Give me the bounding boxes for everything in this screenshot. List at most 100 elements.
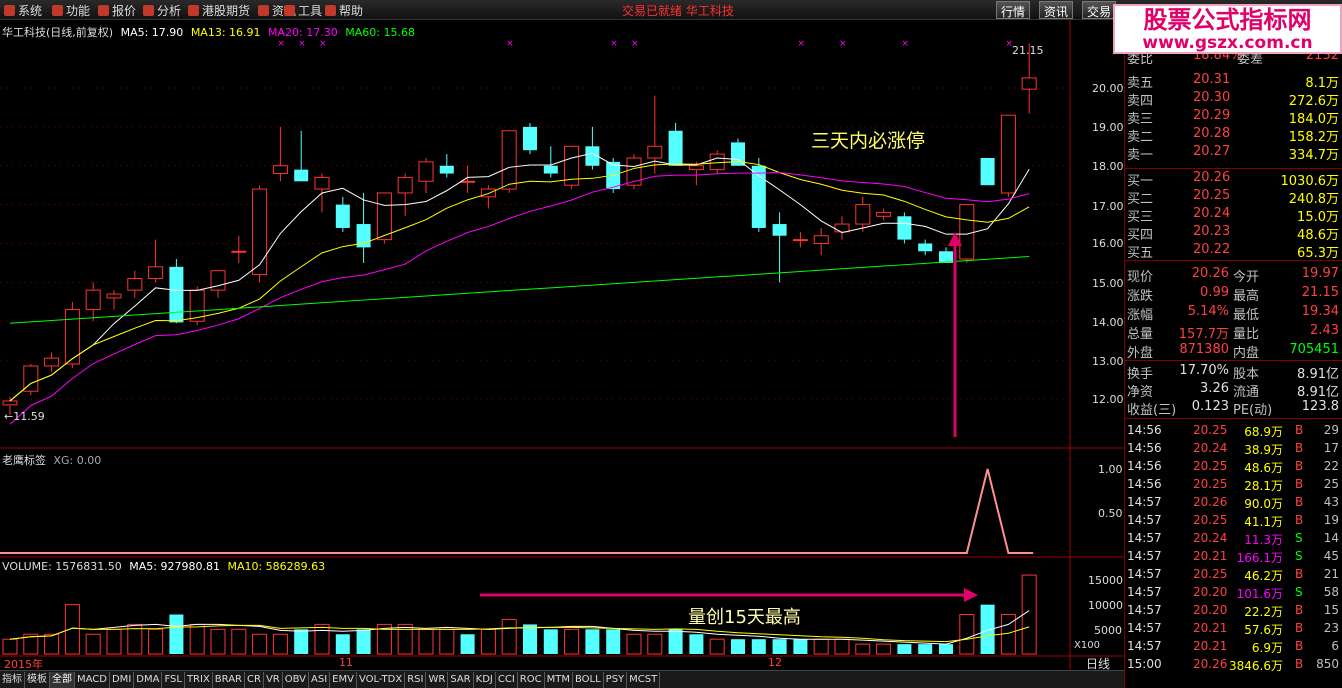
menu-analysis[interactable]: 分析 — [143, 2, 181, 19]
menu-function[interactable]: 功能 — [52, 2, 90, 19]
tick-time: 14:56 — [1127, 477, 1162, 491]
candle-body — [127, 277, 143, 291]
stat-row: 收益(三) 0.123 PE(动) 123.8 — [1125, 399, 1342, 418]
candle-body — [85, 289, 101, 311]
menu-icon — [284, 5, 295, 16]
indicator-header: 老鹰标签 XG: 0.00 — [2, 452, 101, 468]
y-tick: 15.00 — [1092, 277, 1124, 290]
tab-dma[interactable]: DMA — [134, 672, 163, 688]
menu-icon — [4, 5, 15, 16]
watermark-logo: 股票公式指标网 www.gszx.com.cn — [1113, 4, 1342, 54]
candle-body — [2, 400, 18, 406]
tick-price: 20.26 — [1193, 657, 1228, 671]
candle-body — [439, 165, 454, 174]
volume-bar — [189, 623, 205, 655]
tab-trix[interactable]: TRIX — [185, 672, 213, 688]
menu-tools[interactable]: 工具 — [284, 2, 322, 19]
volume-bar — [689, 634, 704, 654]
tab-模板[interactable]: 模板 — [25, 672, 50, 688]
volume-bar — [606, 629, 621, 654]
tab-wr[interactable]: WR — [426, 672, 449, 688]
tab-news[interactable]: 资讯 — [1039, 1, 1074, 19]
candle-body — [523, 126, 537, 151]
tick-volume: 46.2万 — [1244, 569, 1283, 583]
menu-help[interactable]: 帮助 — [325, 2, 363, 19]
tick-price: 20.25 — [1193, 567, 1228, 581]
volume-bar — [918, 644, 933, 654]
tick-time: 14:57 — [1127, 585, 1162, 599]
volume-ma10: MA10: 586289.63 — [227, 560, 326, 573]
tab-全部[interactable]: 全部 — [50, 672, 75, 688]
tick-count: 58 — [1323, 585, 1339, 599]
volume-bar — [210, 628, 226, 655]
tab-vr[interactable]: VR — [264, 672, 283, 688]
volume-ma5: MA5: 927980.81 — [129, 560, 220, 573]
order-volume: 184.0万 — [1288, 112, 1339, 127]
menu-system[interactable]: 系统 — [4, 2, 42, 19]
low-price-value: 11.59 — [13, 410, 45, 423]
tick-count: 43 — [1323, 495, 1339, 509]
menu-icon — [325, 5, 336, 16]
tab-market[interactable]: 行情 — [996, 1, 1031, 19]
candle-body — [106, 293, 122, 299]
status-title: 交易已就绪 华工科技 — [622, 4, 734, 18]
tab-brar[interactable]: BRAR — [213, 672, 245, 688]
tab-roc[interactable]: ROC — [518, 672, 545, 688]
tab-dmi[interactable]: DMI — [110, 672, 135, 688]
tick-volume: 48.6万 — [1244, 461, 1283, 475]
candle-body — [834, 223, 850, 233]
tab-cr[interactable]: CR — [245, 672, 264, 688]
y-tick: 15000 — [1088, 574, 1123, 587]
tick-row: 14:57 20.26 90.0万 B 43 — [1125, 495, 1342, 513]
tab-asi[interactable]: ASI — [309, 672, 331, 688]
divider — [1125, 168, 1342, 169]
tab-boll[interactable]: BOLL — [573, 672, 604, 688]
volume-bar — [356, 629, 371, 654]
tick-time: 14:56 — [1127, 459, 1162, 473]
tick-side: B — [1295, 495, 1304, 509]
order-price: 20.22 — [1193, 242, 1231, 257]
tab-rsi[interactable]: RSI — [405, 672, 427, 688]
menu-icon — [258, 5, 269, 16]
tick-time: 14:56 — [1127, 441, 1162, 455]
tab-fsl[interactable]: FSL — [162, 672, 185, 688]
stat-value: 157.7万 — [1178, 327, 1229, 342]
indicator-line-group — [0, 468, 1034, 554]
tick-side: B — [1295, 657, 1304, 671]
tab-指标[interactable]: 指标 — [0, 672, 25, 688]
menu-hk-futures[interactable]: 港股期货 — [188, 2, 250, 19]
tick-volume: 38.9万 — [1244, 443, 1283, 457]
volume-bar — [418, 628, 434, 655]
tab-macd[interactable]: MACD — [75, 672, 110, 688]
candle-body — [918, 243, 933, 252]
tab-trade[interactable]: 交易 — [1082, 1, 1117, 19]
candle-body — [959, 204, 975, 260]
tab-kdj[interactable]: KDJ — [474, 672, 496, 688]
tick-count: 19 — [1323, 513, 1339, 527]
order-label: 买三 — [1127, 210, 1154, 225]
tab-vol-tdx[interactable]: VOL-TDX — [357, 672, 406, 688]
tab-mcst[interactable]: MCST — [627, 672, 661, 688]
candle-body — [772, 224, 787, 236]
tab-mtm[interactable]: MTM — [545, 672, 573, 688]
tick-side: B — [1295, 639, 1304, 653]
order-label: 卖三 — [1127, 112, 1154, 127]
tick-price: 20.20 — [1193, 585, 1228, 599]
sell-order-row: 卖五 20.31 8.1万 — [1125, 72, 1342, 91]
tab-cci[interactable]: CCI — [496, 672, 518, 688]
tab-emv[interactable]: EMV — [330, 672, 357, 688]
tick-count: 15 — [1323, 603, 1339, 617]
tab-sar[interactable]: SAR — [448, 672, 474, 688]
tick-time: 14:57 — [1127, 513, 1162, 527]
tick-volume: 11.3万 — [1244, 533, 1283, 547]
menu-quote[interactable]: 报价 — [98, 2, 136, 19]
tab-obv[interactable]: OBV — [283, 672, 309, 688]
tab-psy[interactable]: PSY — [604, 672, 628, 688]
stat-value: 8.91亿 — [1297, 385, 1339, 400]
tick-row: 14:56 20.25 68.9万 B 29 — [1125, 423, 1342, 441]
annotation-limit-up: 三天内必涨停 — [811, 130, 926, 152]
candle-body — [418, 161, 434, 182]
high-price-label: 21.15 — [1012, 44, 1044, 57]
tick-volume: 6.9万 — [1251, 641, 1283, 655]
tick-side: B — [1295, 513, 1304, 527]
